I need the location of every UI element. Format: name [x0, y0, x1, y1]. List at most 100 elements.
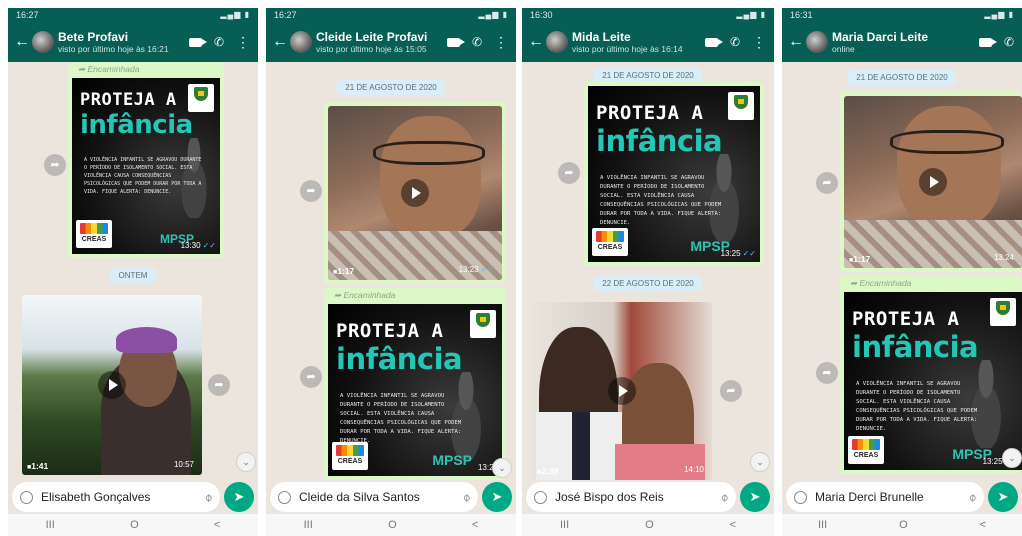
- message-input[interactable]: Maria Derci Brunelle ⌀: [786, 482, 984, 512]
- back-arrow-icon[interactable]: ←: [272, 33, 288, 51]
- video-message-bubble[interactable]: 1:17 13:24: [840, 92, 1022, 272]
- back-arrow-icon[interactable]: ←: [14, 33, 30, 51]
- contact-info[interactable]: Bete Profavi visto por último hoje às 16…: [58, 30, 189, 54]
- poster-body-text: A VIOLÊNCIA INFANTIL SE AGRAVOU DURANTE …: [856, 381, 978, 432]
- forwarded-image-message[interactable]: ➦ Encaminhada PROTEJA A infância A VIOLÊ…: [68, 62, 224, 258]
- back-nav-icon[interactable]: <: [730, 519, 736, 531]
- scroll-down-icon[interactable]: ⌄: [750, 452, 770, 472]
- home-nav-icon[interactable]: O: [130, 519, 139, 531]
- video-call-icon[interactable]: [978, 37, 997, 47]
- scroll-down-icon[interactable]: ⌄: [236, 452, 256, 472]
- poster-title-highlight: infância: [80, 110, 193, 140]
- message-list[interactable]: 21 DE AGOSTO DE 2020 1:17 13:24 ➦ ➦ Enca…: [782, 62, 1022, 476]
- forward-share-icon[interactable]: ➦: [816, 362, 838, 384]
- message-input-text[interactable]: Cleide da Silva Santos: [299, 490, 463, 504]
- more-options-icon[interactable]: ⋮: [236, 35, 250, 49]
- play-icon[interactable]: [98, 371, 126, 399]
- back-nav-icon[interactable]: <: [980, 519, 986, 531]
- back-arrow-icon[interactable]: ←: [788, 33, 804, 51]
- forward-share-icon[interactable]: ➦: [720, 380, 742, 402]
- message-composer: Elisabeth Gonçalves ⌀ ➤: [12, 482, 254, 512]
- message-input[interactable]: Cleide da Silva Santos ⌀: [270, 482, 478, 512]
- send-button[interactable]: ➤: [740, 482, 770, 512]
- recents-nav-icon[interactable]: III: [818, 519, 827, 531]
- play-icon[interactable]: [401, 179, 429, 207]
- voice-call-icon[interactable]: ✆: [1004, 35, 1014, 49]
- more-options-icon[interactable]: ⋮: [752, 35, 766, 49]
- send-button[interactable]: ➤: [482, 482, 512, 512]
- poster-body-text: A VIOLÊNCIA INFANTIL SE AGRAVOU DURANTE …: [84, 157, 202, 195]
- contact-info[interactable]: Cleide Leite Profavi visto por último ho…: [316, 30, 447, 54]
- recents-nav-icon[interactable]: III: [560, 519, 569, 531]
- chat-header: ← Maria Darci Leite online ✆: [782, 22, 1022, 62]
- contact-name: Maria Darci Leite: [832, 30, 929, 44]
- scroll-down-icon[interactable]: ⌄: [492, 458, 512, 478]
- emoji-icon[interactable]: [794, 490, 807, 504]
- poster-title: PROTEJA A: [336, 320, 444, 342]
- forwarded-label: ➦ Encaminhada: [334, 290, 396, 300]
- voice-call-icon[interactable]: ✆: [214, 35, 224, 49]
- home-nav-icon[interactable]: O: [645, 519, 654, 531]
- back-arrow-icon[interactable]: ←: [528, 33, 544, 51]
- scroll-down-icon[interactable]: ⌄: [1002, 448, 1022, 468]
- forward-share-icon[interactable]: ➦: [558, 162, 580, 184]
- municipal-crest-logo: [990, 298, 1016, 326]
- forward-share-icon[interactable]: ➦: [300, 366, 322, 388]
- video-call-icon[interactable]: [188, 37, 207, 47]
- video-message[interactable]: 1:17 13:24: [844, 96, 1022, 268]
- forwarded-image-message[interactable]: ➦ Encaminhada PROTEJA A infância A VIOLÊ…: [840, 276, 1022, 474]
- voice-call-icon[interactable]: ✆: [472, 35, 482, 49]
- send-button[interactable]: ➤: [224, 482, 254, 512]
- forward-share-icon[interactable]: ➦: [300, 180, 322, 202]
- status-bar: 16:30 ▂▄▆ ▮: [522, 8, 774, 22]
- contact-info[interactable]: Maria Darci Leite online: [832, 30, 979, 54]
- back-nav-icon[interactable]: <: [214, 519, 220, 531]
- message-input-text[interactable]: Elisabeth Gonçalves: [41, 490, 205, 504]
- message-list[interactable]: 21 DE AGOSTO DE 2020 1:17 13:23✓✓ ➦ ➦ En…: [266, 62, 516, 480]
- image-message[interactable]: PROTEJA A infância A VIOLÊNCIA INFANTIL …: [584, 82, 764, 266]
- video-duration: 1:17: [849, 254, 870, 264]
- chat-header: ← Bete Profavi visto por último hoje às …: [8, 22, 258, 62]
- status-time: 16:31: [790, 10, 813, 20]
- message-input-text[interactable]: José Bispo dos Reis: [555, 490, 721, 504]
- video-message[interactable]: 1:41 10:57: [22, 295, 202, 475]
- status-bar: 16:27 ▂▄▆ ▮: [8, 8, 258, 22]
- video-call-icon[interactable]: [446, 37, 465, 47]
- avatar[interactable]: [32, 31, 54, 53]
- emoji-icon[interactable]: [534, 490, 547, 504]
- video-message-bubble[interactable]: 1:17 13:23✓✓: [324, 102, 506, 284]
- message-time: 14:10: [683, 465, 704, 474]
- forwarded-image-message[interactable]: ➦ Encaminhada PROTEJA A infância A VIOLÊ…: [324, 288, 506, 480]
- message-input[interactable]: Elisabeth Gonçalves ⌀: [12, 482, 220, 512]
- more-options-icon[interactable]: ⋮: [494, 35, 508, 49]
- message-list[interactable]: ➦ Encaminhada PROTEJA A infância A VIOLÊ…: [8, 62, 258, 476]
- avatar[interactable]: [546, 31, 568, 53]
- video-call-icon[interactable]: [704, 37, 723, 47]
- avatar[interactable]: [806, 31, 828, 53]
- emoji-icon[interactable]: [278, 490, 291, 504]
- forward-share-icon[interactable]: ➦: [208, 374, 230, 396]
- play-icon[interactable]: [919, 168, 947, 196]
- recents-nav-icon[interactable]: III: [46, 519, 55, 531]
- video-message[interactable]: 2:39 14:10: [532, 302, 712, 480]
- message-list[interactable]: 21 DE AGOSTO DE 2020 PROTEJA A infância …: [522, 62, 774, 480]
- play-icon[interactable]: [608, 377, 636, 405]
- message-input-text[interactable]: Maria Derci Brunelle: [815, 490, 969, 504]
- poster-title-highlight: infância: [596, 124, 723, 158]
- woman-top: [614, 444, 705, 480]
- forward-share-icon[interactable]: ➦: [44, 154, 66, 176]
- video-message[interactable]: 1:17 13:23✓✓: [328, 106, 502, 280]
- contact-info[interactable]: Mida Leite visto por último hoje às 16:1…: [572, 30, 705, 54]
- emoji-icon[interactable]: [20, 490, 33, 504]
- recents-nav-icon[interactable]: III: [304, 519, 313, 531]
- send-button[interactable]: ➤: [988, 482, 1018, 512]
- person-face: [380, 116, 482, 239]
- message-input[interactable]: José Bispo dos Reis ⌀: [526, 482, 736, 512]
- home-nav-icon[interactable]: O: [899, 519, 908, 531]
- home-nav-icon[interactable]: O: [388, 519, 397, 531]
- back-nav-icon[interactable]: <: [472, 519, 478, 531]
- municipal-crest-logo: [728, 92, 754, 120]
- avatar[interactable]: [290, 31, 312, 53]
- voice-call-icon[interactable]: ✆: [730, 35, 740, 49]
- forward-share-icon[interactable]: ➦: [816, 172, 838, 194]
